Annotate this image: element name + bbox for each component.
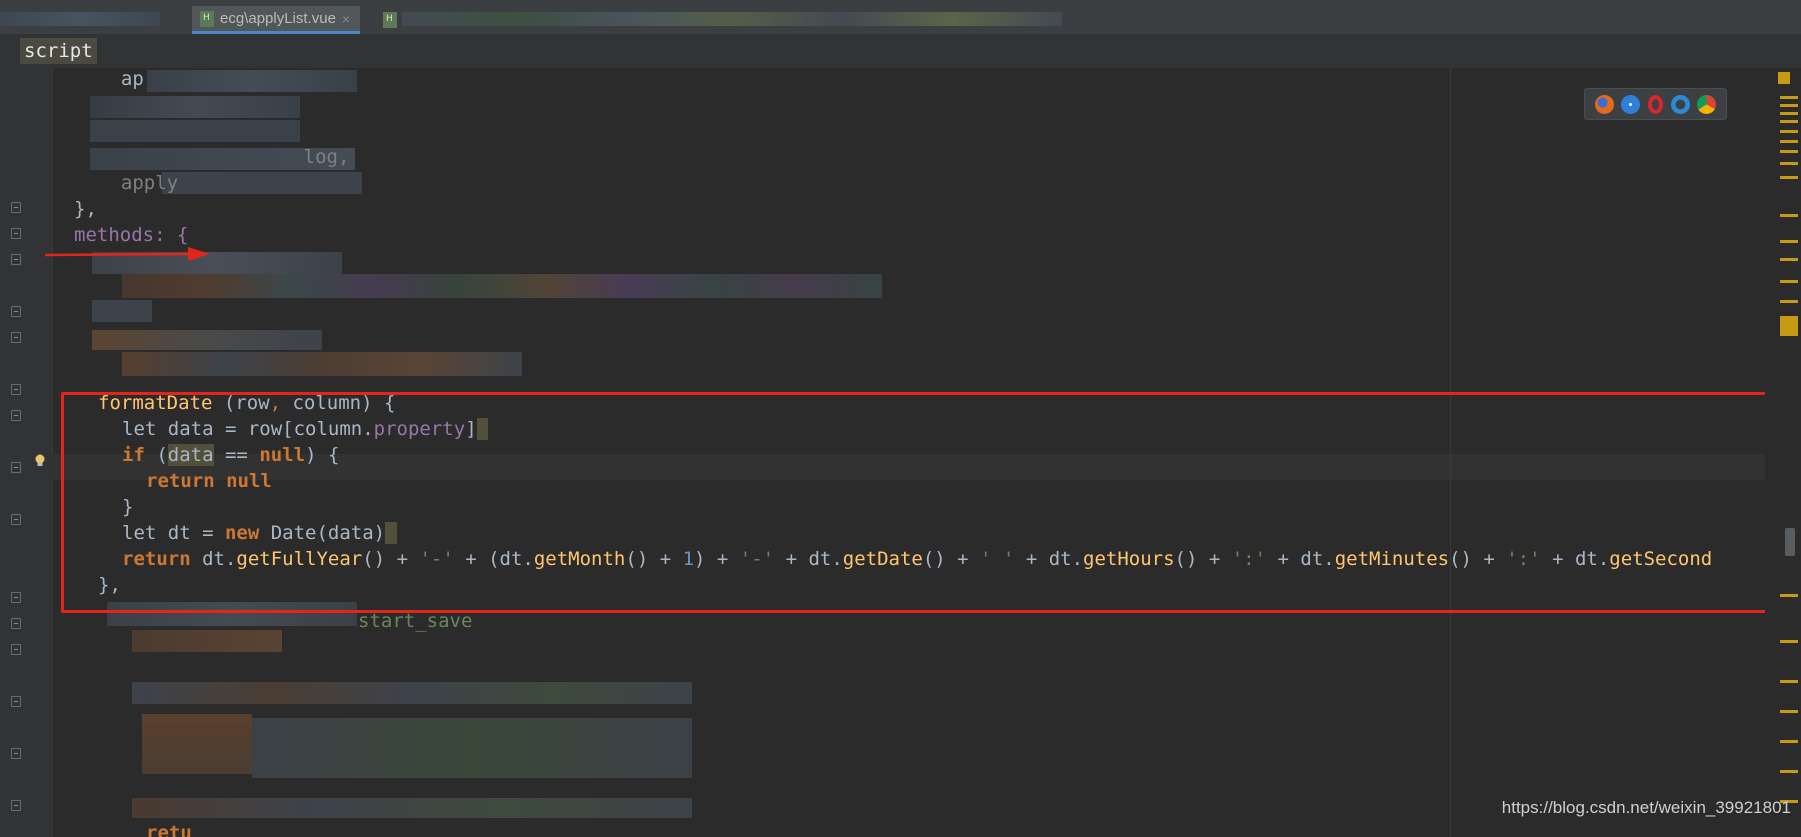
- code-line: apply: [98, 172, 179, 194]
- error-stripe-mark[interactable]: [1780, 280, 1798, 283]
- blurred-code: [142, 714, 252, 774]
- blurred-tab: [0, 12, 160, 26]
- fold-marker-icon[interactable]: [11, 644, 21, 655]
- error-stripe-mark[interactable]: [1780, 104, 1798, 107]
- error-stripe-scrollbar[interactable]: [1765, 68, 1801, 837]
- scrollbar-thumb[interactable]: [1785, 528, 1795, 556]
- lightbulb-icon[interactable]: [34, 454, 46, 468]
- code-line: ap: [98, 68, 144, 90]
- fold-marker-icon[interactable]: [11, 748, 21, 759]
- breadcrumb-script[interactable]: script: [20, 38, 97, 64]
- error-stripe-mark[interactable]: [1780, 316, 1798, 336]
- fold-marker-icon[interactable]: [11, 410, 21, 421]
- vue-file-icon: [200, 10, 214, 27]
- error-stripe-mark[interactable]: [1780, 140, 1798, 143]
- error-stripe-mark[interactable]: [1780, 96, 1798, 99]
- blurred-code: [92, 330, 322, 350]
- blurred-code: [162, 172, 362, 194]
- fold-marker-icon[interactable]: [11, 800, 21, 811]
- editor-gutter: [0, 68, 53, 837]
- error-stripe-mark[interactable]: [1780, 594, 1798, 597]
- fold-marker-icon[interactable]: [11, 696, 21, 707]
- error-stripe-mark[interactable]: [1780, 770, 1798, 773]
- blurred-code: [90, 120, 300, 142]
- code-line: },: [74, 198, 97, 220]
- error-stripe-mark[interactable]: [1780, 680, 1798, 683]
- breadcrumb-bar: [0, 34, 1801, 68]
- highlight-annotation-box: [61, 392, 1796, 613]
- ie-icon[interactable]: [1670, 94, 1690, 114]
- fold-marker-icon[interactable]: [11, 202, 21, 213]
- chrome-icon[interactable]: [1697, 94, 1717, 114]
- error-stripe-mark[interactable]: [1780, 640, 1798, 643]
- watermark: https://blog.csdn.net/weixin_39921801: [1501, 798, 1791, 817]
- error-stripe-mark[interactable]: [1780, 300, 1798, 303]
- fold-marker-icon[interactable]: [11, 332, 21, 343]
- error-stripe-mark[interactable]: [1780, 120, 1798, 123]
- safari-icon[interactable]: [1621, 94, 1641, 114]
- error-stripe-mark[interactable]: [1780, 740, 1798, 743]
- fold-marker-icon[interactable]: [11, 306, 21, 317]
- code-line: methods: {: [74, 224, 189, 246]
- tab-label: ecg\applyList.vue: [220, 10, 336, 27]
- error-stripe-mark[interactable]: [1780, 130, 1798, 133]
- code-line: retu: [146, 820, 192, 837]
- code-line: log,: [52, 144, 350, 170]
- error-stripe-mark[interactable]: [1780, 162, 1798, 165]
- code-token: retu: [146, 822, 192, 837]
- browser-preview-bar: [1584, 88, 1727, 120]
- firefox-icon[interactable]: [1594, 94, 1614, 114]
- fold-marker-icon[interactable]: [11, 462, 21, 473]
- fold-marker-icon[interactable]: [11, 618, 21, 629]
- blurred-code: [147, 70, 357, 92]
- fold-marker-icon[interactable]: [11, 254, 21, 265]
- blurred-code: [122, 352, 522, 376]
- close-icon[interactable]: ×: [342, 11, 350, 27]
- editor-tab-bar: ecg\applyList.vue ×: [0, 0, 1801, 35]
- error-stripe-mark[interactable]: [1780, 240, 1798, 243]
- blurred-code: [122, 274, 882, 298]
- warning-marker[interactable]: [1778, 72, 1790, 84]
- blurred-code: [90, 96, 300, 118]
- error-stripe-mark[interactable]: [1780, 710, 1798, 713]
- fold-marker-icon[interactable]: [11, 514, 21, 525]
- blurred-code: [132, 630, 282, 652]
- error-stripe-mark[interactable]: [1780, 112, 1798, 115]
- blurred-tab: [402, 12, 1062, 26]
- error-stripe-mark[interactable]: [1780, 258, 1798, 261]
- blurred-code: [132, 798, 692, 818]
- tab-applylist-vue[interactable]: ecg\applyList.vue ×: [192, 6, 361, 34]
- fold-marker-icon[interactable]: [11, 384, 21, 395]
- opera-icon[interactable]: [1647, 94, 1663, 114]
- error-stripe-mark[interactable]: [1780, 176, 1798, 179]
- blurred-code: [92, 300, 152, 322]
- fold-marker-icon[interactable]: [11, 592, 21, 603]
- annotation-arrow-icon: [45, 247, 210, 261]
- error-stripe-mark[interactable]: [1780, 214, 1798, 217]
- code-token: start_save: [358, 610, 473, 632]
- blurred-code: [252, 718, 692, 778]
- error-stripe-mark[interactable]: [1780, 150, 1798, 153]
- fold-marker-icon[interactable]: [11, 228, 21, 239]
- blurred-code: [132, 682, 692, 704]
- code-token: log,: [52, 146, 350, 168]
- vue-file-icon: [383, 12, 397, 28]
